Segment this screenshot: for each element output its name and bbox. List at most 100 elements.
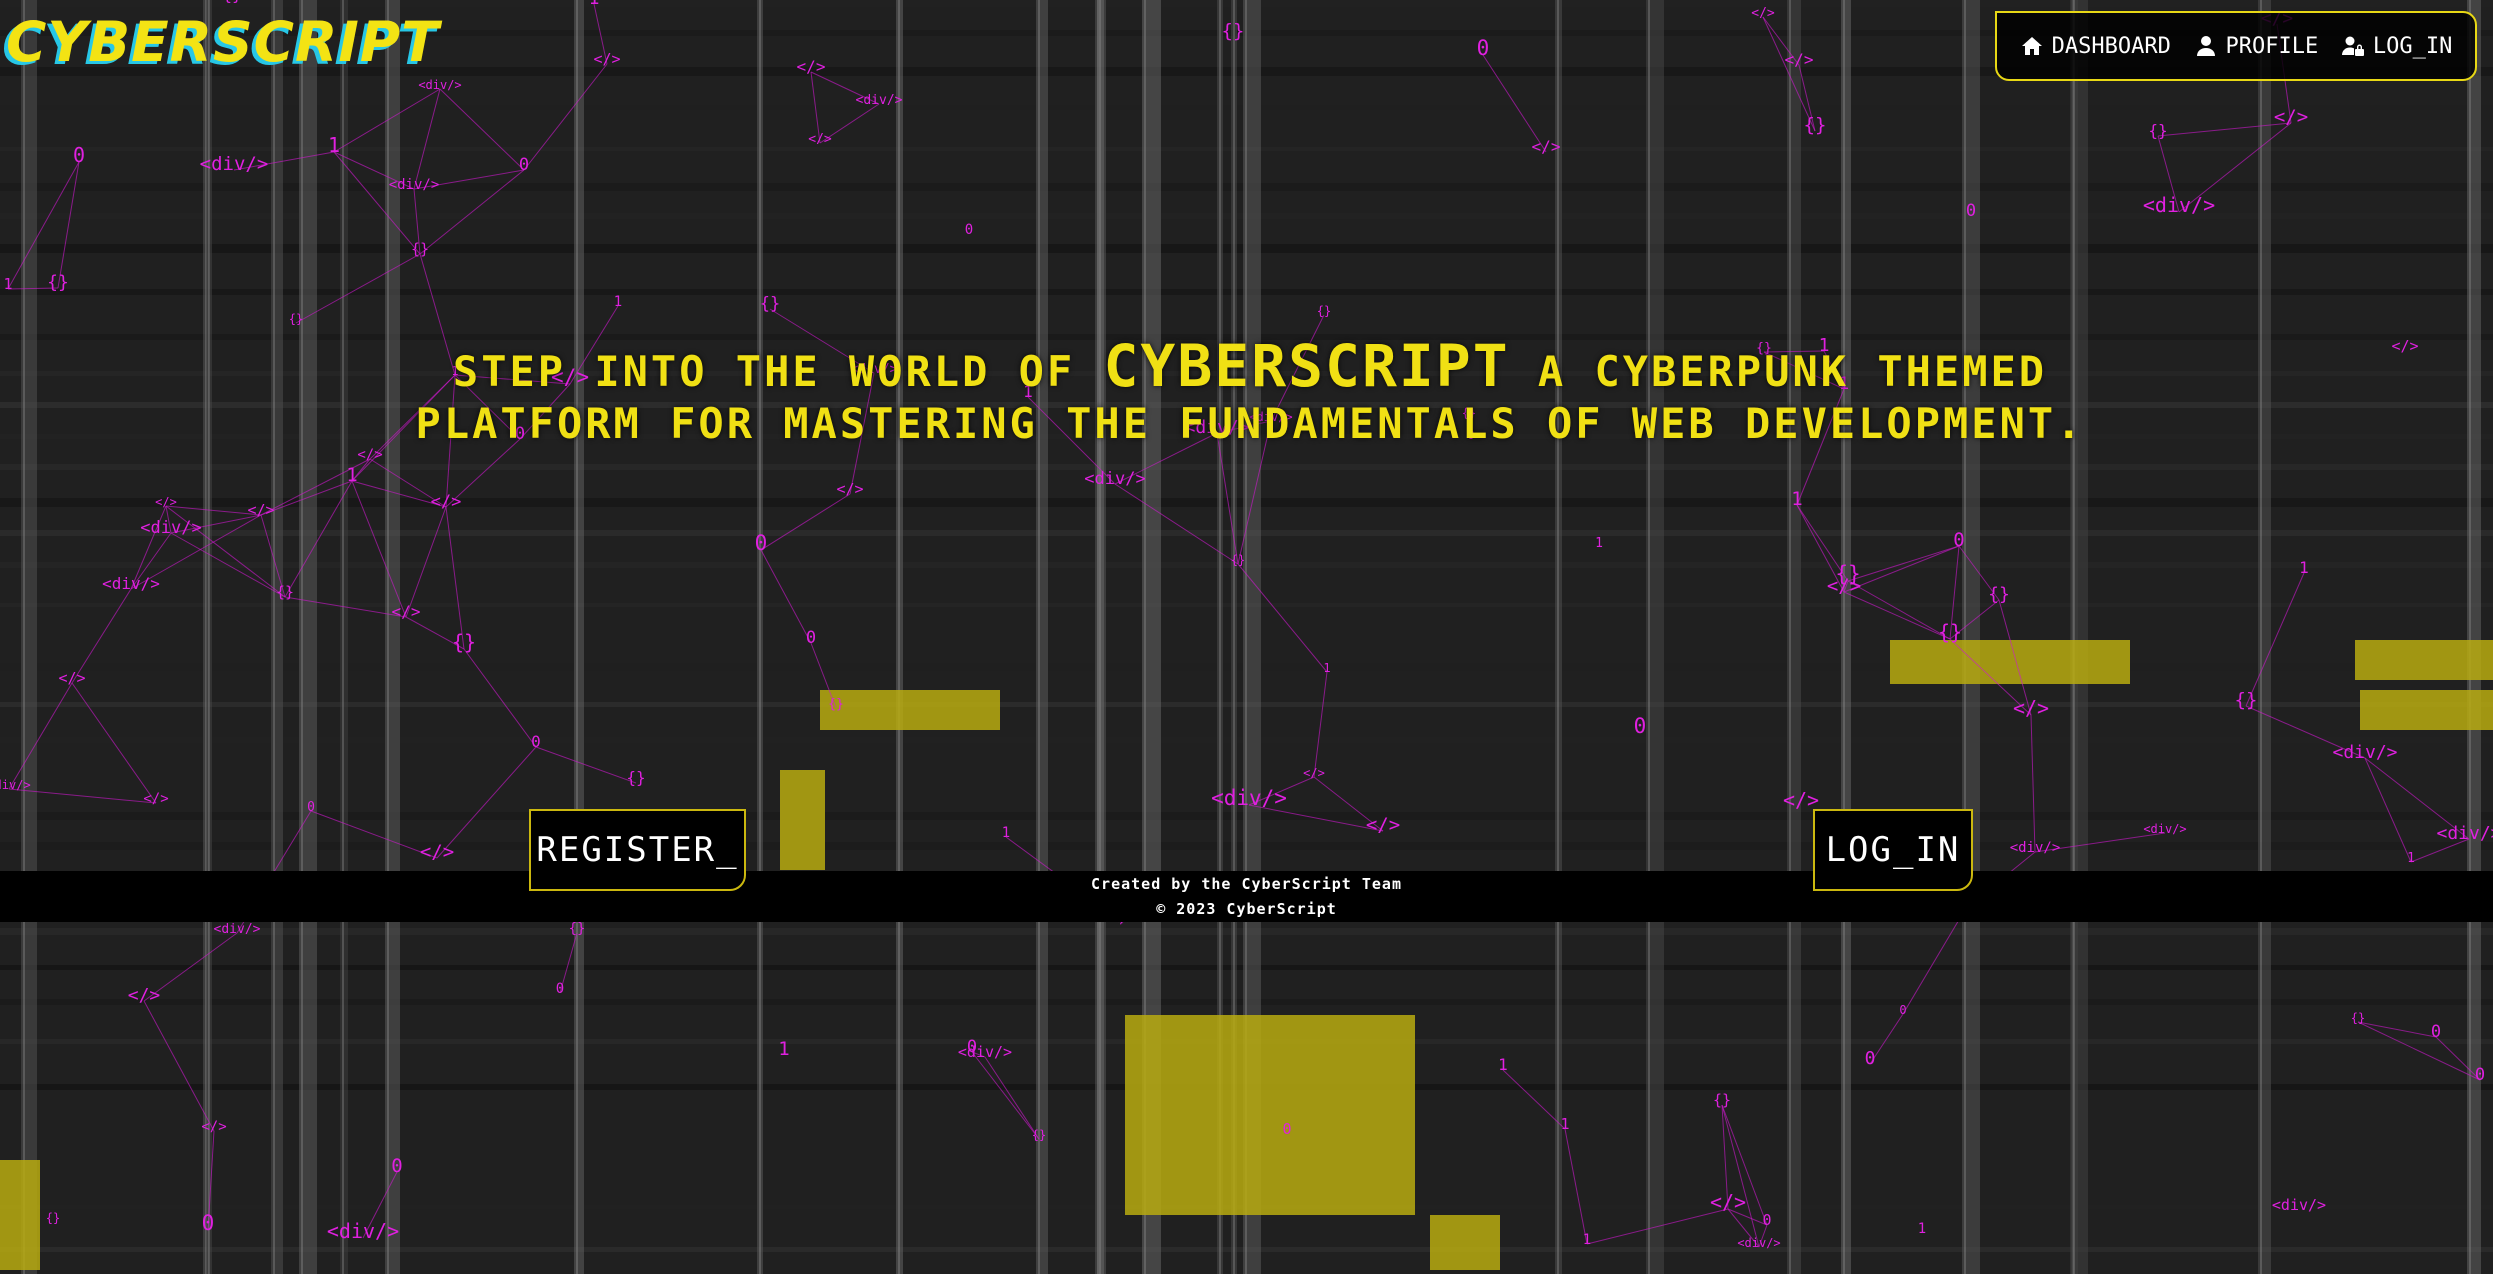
svg-text:{}: {} — [1231, 553, 1245, 567]
logo[interactable]: CYBERSCRIPT — [6, 10, 440, 74]
home-icon — [2021, 37, 2042, 55]
register-button[interactable]: REGISTER_ — [529, 809, 746, 891]
svg-text:{}: {} — [1222, 20, 1245, 42]
svg-text:</>: </> — [2274, 106, 2308, 128]
svg-text:</>: </> — [808, 132, 832, 147]
svg-text:0: 0 — [391, 1155, 402, 1177]
svg-text:0: 0 — [1762, 1211, 1771, 1229]
svg-text:<div/>: <div/> — [2010, 840, 2061, 856]
hero-intro: STEP INTO THE WORLD OF — [452, 347, 1076, 396]
svg-text:1: 1 — [1560, 1115, 1569, 1133]
svg-text:</>: </> — [392, 602, 421, 621]
svg-text:1: 1 — [1583, 1232, 1591, 1248]
svg-text:<div/>: <div/> — [2272, 1196, 2326, 1214]
svg-text:{}: {} — [626, 768, 645, 787]
svg-text:0: 0 — [1899, 1003, 1906, 1017]
nav-dashboard-label: DASHBOARD — [2051, 33, 2171, 59]
svg-text:{}: {} — [2148, 121, 2167, 140]
svg-text:</>: </> — [143, 791, 168, 807]
svg-text:<div/>: <div/> — [1737, 1236, 1780, 1250]
svg-text:1: 1 — [3, 275, 12, 293]
svg-text:0: 0 — [1634, 714, 1647, 738]
hero-heading: STEP INTO THE WORLD OF CYBERSCRIPT A CYB… — [400, 337, 2100, 450]
svg-text:</>: </> — [420, 841, 454, 863]
particle-network: </> {} </> <div/> {} {} 0 1 <div/> {} </> <div/> {} <… — [0, 0, 2493, 1250]
svg-text:<div/>: <div/> — [2436, 823, 2493, 844]
svg-text:{}: {} — [452, 630, 476, 654]
svg-text:1: 1 — [346, 464, 357, 486]
svg-text:<div/>: <div/> — [418, 78, 461, 92]
nav-profile-label: PROFILE — [2225, 33, 2319, 59]
svg-text:1: 1 — [1595, 536, 1603, 551]
svg-text:{}: {} — [760, 294, 780, 314]
svg-text:<div/>: <div/> — [214, 922, 261, 937]
svg-text:</>: </> — [357, 447, 382, 463]
svg-text:</>: </> — [155, 495, 177, 509]
nav-login[interactable]: LOG_IN — [2341, 34, 2452, 59]
svg-text:{}: {} — [1988, 584, 2010, 605]
svg-text:0: 0 — [519, 155, 529, 175]
svg-text:</>: </> — [2013, 696, 2049, 720]
svg-text:0: 0 — [531, 732, 541, 751]
svg-text:0: 0 — [806, 628, 816, 648]
svg-text:<div/>: <div/> — [856, 93, 903, 108]
svg-text:0: 0 — [967, 1037, 977, 1057]
svg-text:{}: {} — [276, 583, 294, 601]
svg-text:</>: </> — [2391, 337, 2418, 355]
svg-text:<div/>: <div/> — [2143, 822, 2186, 836]
nav-profile[interactable]: PROFILE — [2194, 33, 2319, 59]
svg-text:1: 1 — [1498, 1055, 1508, 1074]
svg-text:{}: {} — [46, 1211, 60, 1225]
svg-text:</>: </> — [247, 501, 274, 519]
svg-text:</>: </> — [1710, 1190, 1746, 1214]
nav-login-label: LOG_IN — [2372, 33, 2453, 59]
svg-text:1: 1 — [1323, 661, 1330, 675]
svg-text:{}: {} — [1032, 1128, 1046, 1142]
svg-text:0: 0 — [307, 800, 315, 815]
svg-text:0: 0 — [2431, 1022, 2441, 1042]
svg-text:{}: {} — [411, 240, 429, 258]
svg-text:{}: {} — [1938, 620, 1962, 644]
svg-text:0: 0 — [1477, 36, 1490, 60]
svg-text:0: 0 — [202, 1211, 215, 1235]
svg-text:<div/>: <div/> — [2332, 742, 2397, 763]
user-icon — [2196, 36, 2215, 56]
svg-text:<div/>: <div/> — [200, 153, 269, 175]
svg-text:<div/>: <div/> — [389, 177, 440, 193]
svg-text:{}: {} — [289, 312, 303, 326]
footer-copyright: © 2023 CyberScript — [1156, 900, 1337, 918]
svg-text:{}: {} — [2351, 1011, 2365, 1025]
svg-text:0: 0 — [1966, 201, 1976, 221]
svg-text:1: 1 — [2299, 558, 2309, 577]
svg-text:{}: {} — [828, 697, 844, 712]
svg-text:0: 0 — [1865, 1048, 1876, 1069]
svg-text:1: 1 — [614, 294, 622, 310]
svg-text:</>: </> — [1785, 50, 1814, 69]
svg-text:</>: </> — [797, 57, 826, 76]
svg-text:0: 0 — [1953, 529, 1964, 551]
svg-text:{}: {} — [1317, 304, 1331, 318]
svg-text:{}: {} — [1804, 114, 1827, 136]
svg-text:</>: </> — [1366, 814, 1400, 836]
login-button[interactable]: LOG_IN — [1813, 809, 1973, 891]
footer: Created by the CyberScript Team © 2023 C… — [0, 871, 2493, 922]
svg-text:1: 1 — [1918, 1221, 1926, 1237]
svg-text:<div/>: <div/> — [1084, 469, 1145, 489]
svg-text:{}: {} — [2235, 689, 2258, 711]
svg-text:0: 0 — [73, 143, 85, 167]
svg-text:1: 1 — [328, 133, 340, 157]
svg-text:1: 1 — [589, 0, 600, 9]
svg-text:</>: </> — [1532, 137, 1561, 156]
svg-text:</>: </> — [1303, 766, 1325, 780]
user-lock-icon — [2341, 36, 2364, 56]
footer-credit: Created by the CyberScript Team — [1091, 875, 1402, 893]
svg-text:1: 1 — [1791, 488, 1802, 510]
svg-text:1: 1 — [1002, 825, 1010, 841]
svg-text:0: 0 — [556, 981, 564, 997]
svg-text:{}: {} — [47, 272, 69, 293]
nav-dashboard[interactable]: DASHBOARD — [2020, 34, 2171, 59]
svg-text:0: 0 — [2475, 1065, 2485, 1085]
svg-text:<div/>: <div/> — [102, 574, 160, 593]
svg-text:</>: </> — [1751, 6, 1775, 21]
svg-text:<div/>: <div/> — [0, 778, 31, 792]
